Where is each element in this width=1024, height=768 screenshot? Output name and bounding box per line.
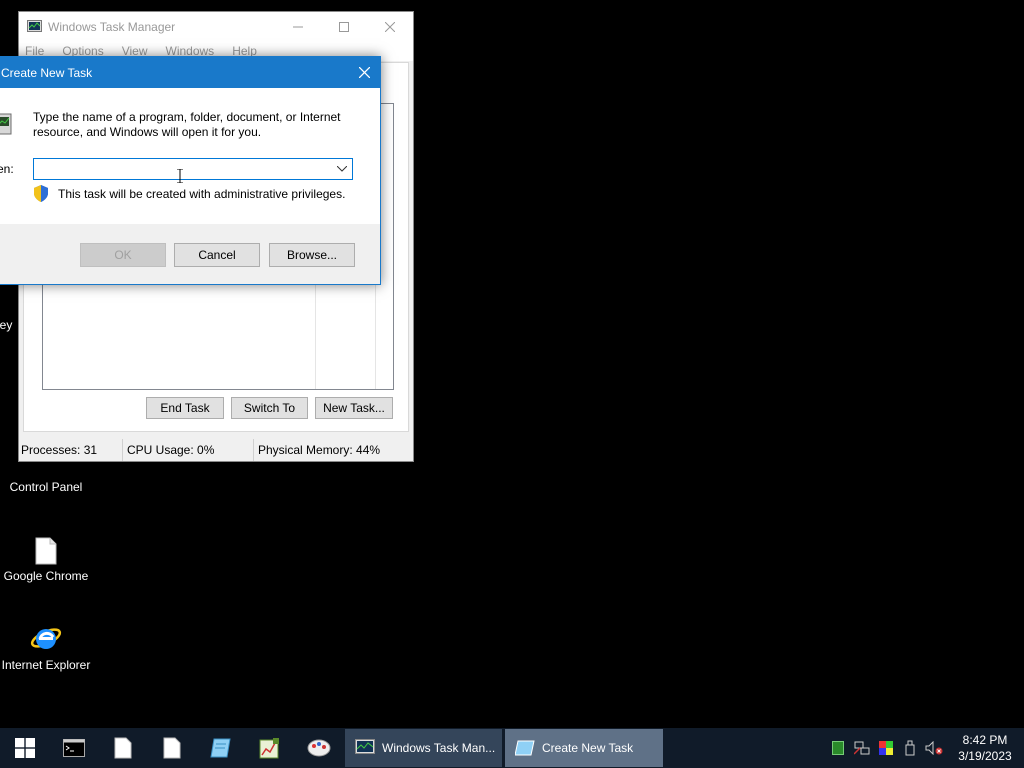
taskbar-task-create-new-task[interactable]: Create New Task — [505, 729, 663, 767]
admin-privileges-note: This task will be created with administr… — [58, 187, 346, 201]
clock-date: 3/19/2023 — [958, 749, 1012, 763]
color-palette-icon — [879, 741, 893, 755]
window-title: Windows Task Manager — [48, 19, 176, 34]
desktop-icon-google-chrome[interactable]: Google Chrome — [0, 537, 92, 583]
dialog-title: Create New Task — [1, 65, 93, 80]
tray-volume[interactable] — [922, 728, 946, 768]
task-label: Windows Task Man... — [382, 741, 496, 755]
taskbar-paint[interactable] — [294, 728, 343, 768]
spreadsheet-icon — [259, 738, 279, 759]
uac-shield-icon — [34, 185, 48, 202]
tray-usb[interactable] — [898, 728, 922, 768]
control-panel-icon — [30, 462, 62, 476]
run-program-icon — [0, 113, 12, 135]
switch-to-button[interactable]: Switch To — [231, 397, 308, 419]
network-icon — [854, 741, 870, 755]
close-icon — [358, 67, 370, 78]
text-cursor-icon — [177, 169, 183, 183]
open-label: en: — [0, 162, 14, 176]
dialog-close-button[interactable] — [348, 57, 380, 88]
status-cpu: CPU Usage: 0% — [123, 439, 254, 461]
open-combobox[interactable] — [33, 158, 353, 180]
taskbar-notepad[interactable] — [196, 728, 245, 768]
task-label: Create New Task — [542, 741, 634, 755]
maximize-button[interactable] — [321, 12, 367, 41]
taskbar-clock[interactable]: 8:42 PM 3/19/2023 — [950, 732, 1020, 764]
taskbar-document-2[interactable] — [147, 728, 196, 768]
close-icon — [385, 21, 395, 32]
taskbar-document-1[interactable] — [98, 728, 147, 768]
start-icon — [14, 738, 35, 758]
ok-button[interactable]: OK — [80, 243, 166, 267]
dropdown-button[interactable] — [332, 159, 352, 179]
task-manager-title-bar[interactable]: Windows Task Manager — [19, 12, 413, 41]
status-memory: Physical Memory: 44% — [258, 443, 381, 457]
internet-explorer-icon — [30, 628, 62, 649]
dialog-description: Type the name of a program, folder, docu… — [33, 110, 341, 139]
chevron-down-icon — [337, 166, 347, 172]
close-button[interactable] — [367, 12, 413, 41]
end-task-button[interactable]: End Task — [146, 397, 224, 419]
desktop-icon-label: Control Panel — [9, 480, 83, 494]
desktop-icon-label: Internet Explorer — [1, 658, 91, 672]
dialog-content: Type the name of a program, folder, docu… — [0, 88, 380, 224]
notepad-icon — [209, 738, 231, 758]
minimize-icon — [293, 26, 303, 27]
status-processes: Processes: 31 — [19, 439, 123, 461]
maximize-icon — [339, 21, 349, 32]
status-bar: Processes: 31 CPU Usage: 0% Physical Mem… — [19, 439, 413, 461]
blank-document-icon — [35, 537, 57, 565]
task-manager-icon — [27, 19, 42, 32]
tray-spreadsheet[interactable] — [826, 728, 850, 768]
taskbar-spreadsheet[interactable] — [245, 728, 294, 768]
volume-muted-icon — [925, 741, 943, 755]
dialog-title-bar[interactable]: Create New Task — [0, 57, 380, 88]
document-icon — [114, 737, 131, 759]
task-manager-icon — [355, 739, 375, 754]
run-dialog-icon — [515, 740, 535, 756]
minimize-button[interactable] — [275, 12, 321, 41]
tray-network[interactable] — [850, 728, 874, 768]
new-task-button[interactable]: New Task... — [315, 397, 393, 419]
taskbar-task-task-manager[interactable]: Windows Task Man... — [345, 729, 502, 767]
clock-time: 8:42 PM — [962, 733, 1008, 747]
document-icon — [163, 737, 180, 759]
cancel-button[interactable]: Cancel — [174, 243, 260, 267]
system-tray: 8:42 PM 3/19/2023 — [826, 728, 1024, 768]
paint-icon — [307, 739, 330, 757]
taskbar: Windows Task Man... Create New Task 8:42… — [0, 728, 1024, 768]
tray-color-app[interactable] — [874, 728, 898, 768]
browse-button[interactable]: Browse... — [269, 243, 355, 267]
desktop-icon-control-panel[interactable]: Control Panel — [0, 462, 92, 494]
command-prompt-icon — [62, 739, 85, 757]
desktop-icon-internet-explorer[interactable]: Internet Explorer — [0, 622, 92, 672]
create-new-task-dialog: Create New Task Type the name of a progr… — [0, 56, 381, 285]
usb-drive-icon — [905, 740, 915, 756]
start-button[interactable] — [0, 728, 49, 768]
green-app-icon — [832, 741, 844, 755]
desktop-icon-label: Google Chrome — [3, 569, 89, 583]
taskbar-command-prompt[interactable] — [49, 728, 98, 768]
